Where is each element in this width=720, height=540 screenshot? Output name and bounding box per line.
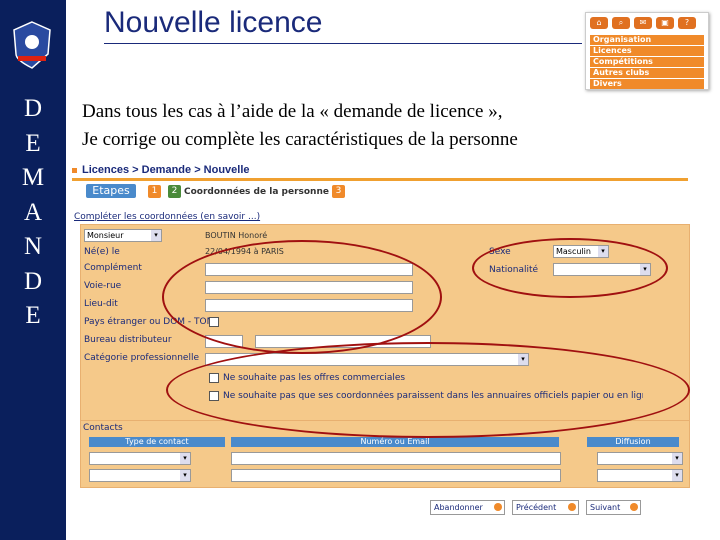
menu-icon-bar: ⌂ ⌕ ✉ ▣ ? (590, 17, 696, 29)
menu-item-autres-clubs[interactable]: Autres clubs (590, 68, 704, 78)
breadcrumb: Licences > Demande > Nouvelle (72, 164, 250, 176)
vertical-letter: A (23, 198, 43, 226)
col-numero: Numéro ou Email (231, 437, 559, 447)
home-icon[interactable]: ⌂ (590, 17, 608, 29)
contact-value-input[interactable] (231, 452, 561, 465)
chevron-down-icon: ▾ (151, 230, 161, 241)
chevron-down-icon: ▾ (180, 470, 190, 481)
menu-item-competitions[interactable]: Compétitions (590, 57, 704, 67)
col-diffusion: Diffusion (587, 437, 679, 447)
title-underline (104, 43, 582, 44)
bureau-label: Bureau distributeur (84, 335, 172, 345)
fff-logo-icon (13, 21, 51, 69)
vertical-letter: D (23, 267, 43, 295)
body-line: Je corrige ou complète les caractéristiq… (82, 129, 518, 150)
search-icon[interactable]: ⌕ (612, 17, 630, 29)
voie-label: Voie-rue (84, 281, 122, 291)
highlight-ellipse-address (162, 240, 442, 354)
diffusion-select[interactable]: ▾ (597, 469, 683, 482)
complete-coords-link[interactable]: Compléter les coordonnées (en savoir ...… (74, 212, 260, 222)
person-name: BOUTIN Honoré (205, 231, 268, 240)
highlight-ellipse-optout (166, 342, 690, 438)
categorie-label: Catégorie professionnelle (84, 353, 199, 363)
breadcrumb-text: Licences > Demande > Nouvelle (82, 164, 250, 176)
vertical-letter: D (23, 95, 43, 122)
next-button[interactable]: Suivant (586, 500, 641, 515)
step-1[interactable]: 1 (148, 185, 161, 198)
complement-label: Complément (84, 263, 142, 273)
vertical-letter: E (25, 129, 41, 157)
header-strip (72, 178, 688, 181)
vertical-letter: N (23, 233, 43, 260)
vertical-letter: E (25, 302, 41, 329)
help-icon[interactable]: ? (678, 17, 696, 29)
contact-type-select[interactable]: ▾ (89, 452, 191, 465)
contact-type-select[interactable]: ▾ (89, 469, 191, 482)
lieudit-label: Lieu-dit (84, 299, 118, 309)
born-label: Né(e) le (84, 247, 120, 257)
chevron-down-icon: ▾ (180, 453, 190, 464)
abandon-button[interactable]: Abandonner (430, 500, 505, 515)
civility-select[interactable]: Monsieur ▾ (84, 229, 162, 242)
menu-item-divers[interactable]: Divers (590, 79, 704, 89)
previous-button[interactable]: Précédent (512, 500, 579, 515)
arrow-icon (568, 503, 576, 511)
chevron-down-icon: ▾ (672, 470, 682, 481)
page-title: Nouvelle licence (104, 6, 323, 39)
slide-body: Dans tous les cas à l’aide de la « deman… (82, 98, 518, 154)
bullet-icon (72, 167, 77, 173)
col-type: Type de contact (89, 437, 225, 447)
site-menu: ⌂ ⌕ ✉ ▣ ? Organisation Licences Compétit… (585, 12, 709, 90)
menu-item-organisation[interactable]: Organisation (590, 35, 704, 45)
body-line: Dans tous les cas à l’aide de la « deman… (82, 101, 503, 122)
left-sidebar: D E M A N D E (0, 0, 66, 540)
step-2-label: Coordonnées de la personne (184, 187, 329, 197)
abandon-button-label: Abandonner (434, 503, 483, 512)
menu-item-licences[interactable]: Licences (590, 46, 704, 56)
step-2[interactable]: 2 (168, 185, 181, 198)
arrow-icon (630, 503, 638, 511)
civility-value: Monsieur (87, 231, 124, 240)
chevron-down-icon: ▾ (672, 453, 682, 464)
contacts-title: Contacts (83, 423, 123, 433)
steps-label: Etapes (86, 184, 136, 198)
arrow-icon (494, 503, 502, 511)
vertical-letter: M (21, 164, 45, 191)
highlight-ellipse-sex (472, 238, 668, 298)
previous-button-label: Précédent (516, 503, 557, 512)
print-icon[interactable]: ▣ (656, 17, 674, 29)
contact-value-input[interactable] (231, 469, 561, 482)
diffusion-select[interactable]: ▾ (597, 452, 683, 465)
step-3[interactable]: 3 (332, 185, 345, 198)
mail-icon[interactable]: ✉ (634, 17, 652, 29)
next-button-label: Suivant (590, 503, 621, 512)
vertical-word: D E M A N D E (0, 92, 66, 334)
